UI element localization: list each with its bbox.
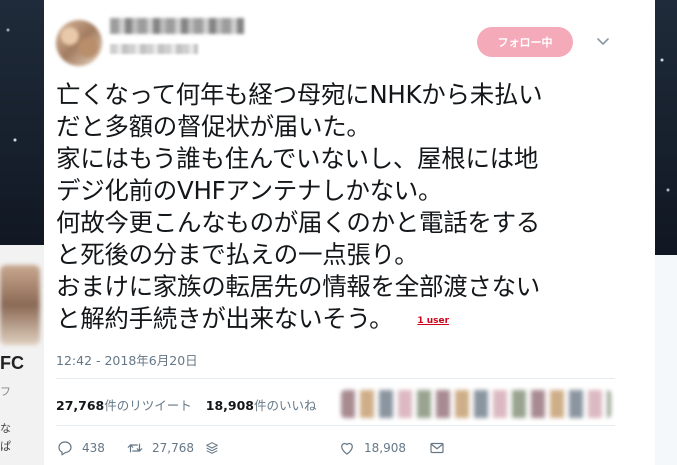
envelope-icon	[430, 442, 444, 454]
engagement-stats: 27,768件のリツイート 18,908件のいいね	[56, 395, 317, 414]
tweet-text-line: と死後の分まで払えの一点張り。	[56, 240, 419, 269]
tweet-text: 亡くなって何年も経つ母宛にNHKから未払い だと多額の督促状が届いた。 家にはも…	[56, 79, 616, 337]
reply-action[interactable]: 438	[56, 439, 124, 457]
like-stat-label: 件のいいね	[254, 398, 317, 413]
tweet-card: フォロー中 亡くなって何年も経つ母宛にNHKから未払い だと多額の督促状が届いた…	[44, 0, 655, 465]
retweet-stat[interactable]: 27,768件のリツイート	[56, 398, 192, 413]
tweet-text-line: 家にはもう誰も住んでいないし、屋根には地	[56, 144, 539, 173]
tweet-timestamp[interactable]: 12:42 - 2018年6月20日	[56, 350, 198, 369]
like-stat[interactable]: 18,908件のいいね	[206, 398, 317, 413]
liker-avatars-blurred[interactable]	[341, 390, 611, 418]
like-count: 18,908	[364, 441, 406, 455]
like-stat-count: 18,908	[205, 398, 255, 413]
handle-blurred[interactable]	[110, 44, 198, 54]
tweet-text-line: 何故今更こんなものが届くのかと電話をする	[56, 208, 540, 237]
tweet-text-line: おまけに家族の転居先の情報を全部渡さない	[56, 272, 540, 301]
divider	[56, 378, 615, 379]
like-action[interactable]: 18,908	[338, 439, 428, 457]
tweet-text-line: だと多額の督促状が届いた。	[56, 112, 371, 141]
reply-icon	[58, 441, 72, 456]
layers-icon[interactable]	[204, 440, 220, 456]
retweet-icon	[127, 443, 143, 453]
reply-count: 438	[82, 441, 105, 455]
background-text: フ	[0, 385, 11, 398]
background-page-right	[655, 255, 677, 465]
background-avatar	[0, 265, 40, 345]
tweet-actions: 438 27,768 18,908	[56, 438, 446, 458]
heart-icon	[341, 442, 353, 455]
user-tag-link[interactable]: 1 user	[417, 316, 449, 326]
background-page-left: FC フ な ぱ	[0, 245, 44, 465]
chevron-down-icon[interactable]	[595, 33, 611, 49]
retweet-stat-label: 件のリツイート	[104, 398, 192, 413]
background-text: ぱ	[0, 440, 11, 453]
retweet-stat-count: 27,768	[56, 398, 105, 413]
background-heading: FC	[0, 353, 24, 373]
tweet-text-line: 亡くなって何年も経つ母宛にNHKから未払い	[56, 80, 543, 109]
tweet-text-line: デジ化前のVHFアンテナしかない。	[56, 176, 443, 205]
display-name-blurred[interactable]	[110, 18, 244, 34]
direct-message-action[interactable]	[428, 439, 446, 457]
tweet-text-line: と解約手続きが出来ないそう。	[56, 304, 394, 333]
retweet-count: 27,768	[152, 441, 194, 455]
tweet-text-line-last: と解約手続きが出来ないそう。 1 user	[56, 303, 616, 337]
retweet-action[interactable]: 27,768	[126, 439, 254, 457]
following-button[interactable]: フォロー中	[477, 27, 573, 57]
background-text: な	[0, 422, 11, 435]
divider	[56, 425, 615, 426]
avatar[interactable]	[56, 20, 102, 66]
